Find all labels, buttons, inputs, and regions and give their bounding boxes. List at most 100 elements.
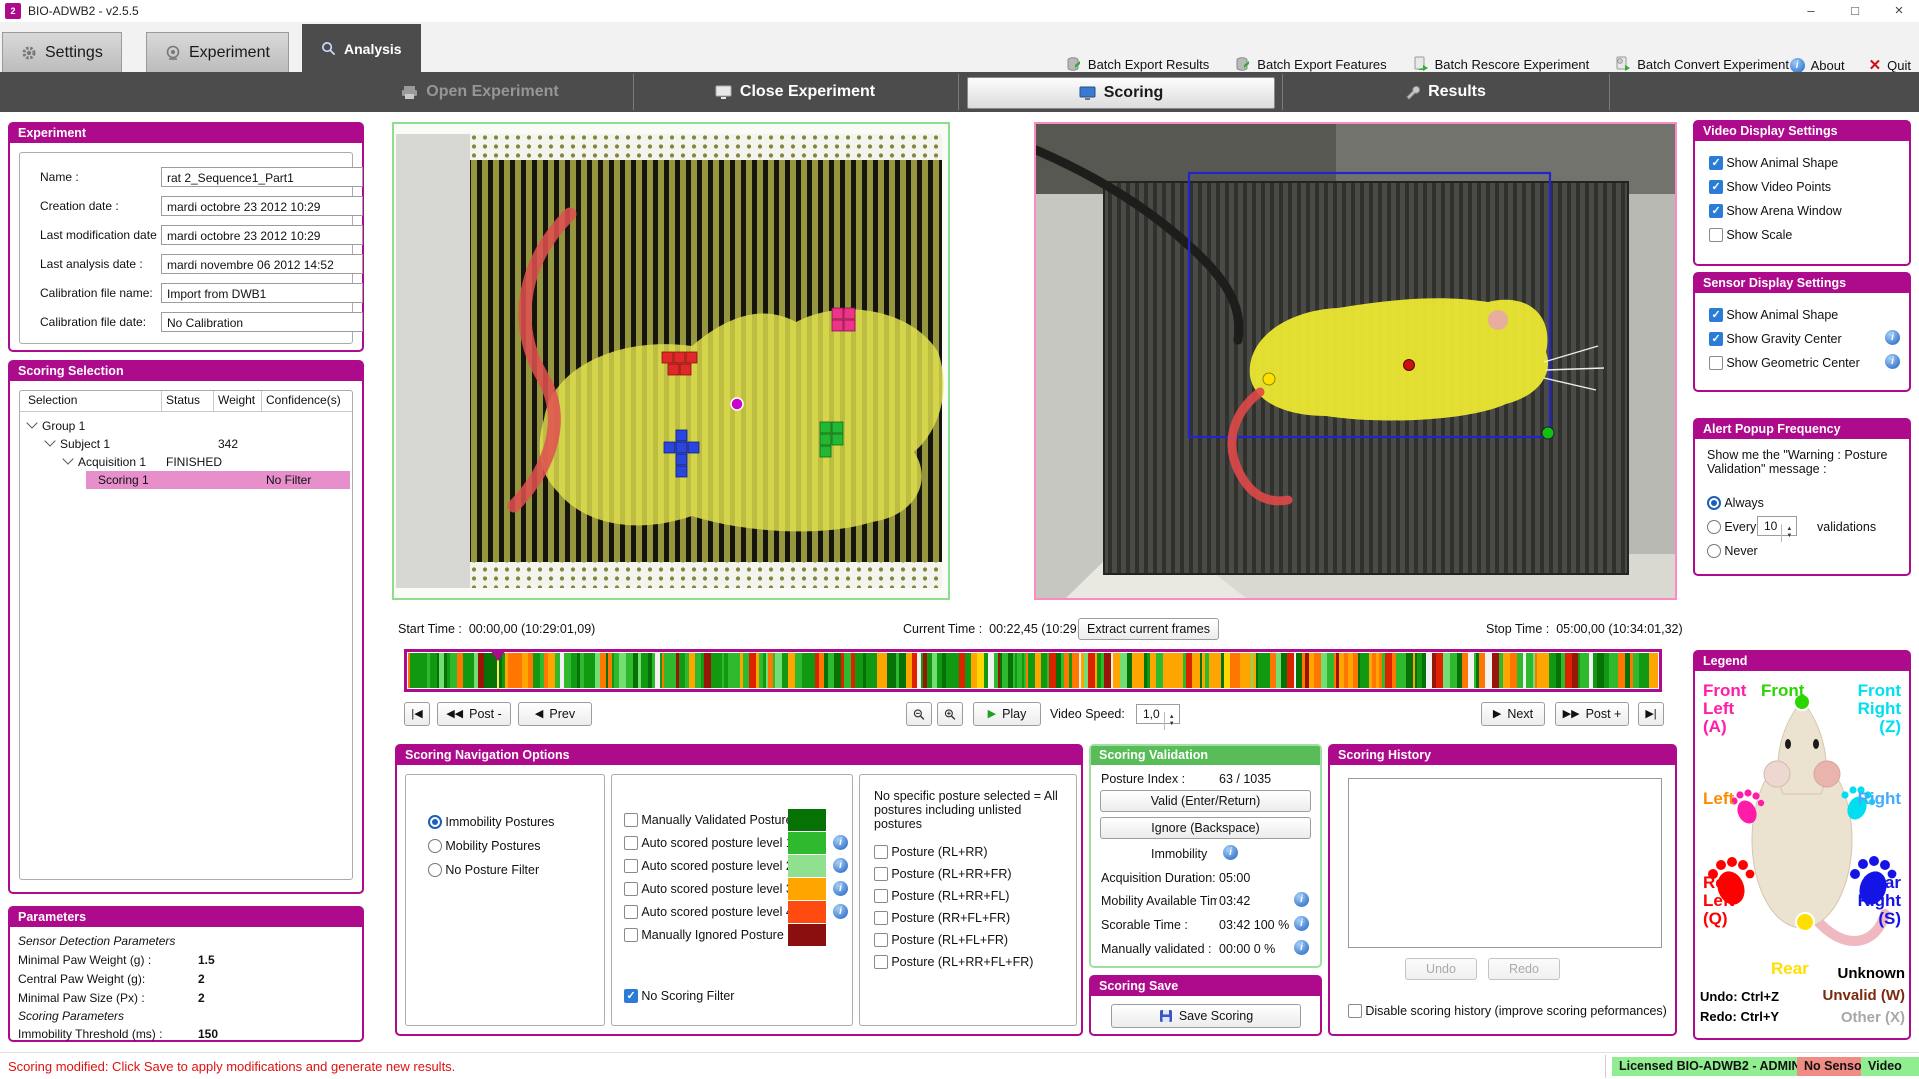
- tab-experiment[interactable]: Experiment: [146, 32, 289, 72]
- legend-unvalid: Unvalid (W): [1823, 988, 1906, 1004]
- tree-row-subject1[interactable]: Subject 1 342: [20, 435, 350, 453]
- batch-export-results-button[interactable]: Batch Export Results: [1066, 56, 1209, 72]
- nav-scoring[interactable]: Scoring: [967, 77, 1275, 109]
- tab-analysis[interactable]: Analysis: [302, 24, 421, 72]
- posture-checkbox-6[interactable]: Posture (RL+RR+FL+FR): [874, 955, 1033, 969]
- radio-no-posture-filter[interactable]: No Posture Filter: [428, 863, 539, 877]
- filter-auto-level-1[interactable]: Auto scored posture level 1: [624, 836, 793, 850]
- undo-button[interactable]: Undo: [1405, 958, 1477, 980]
- sensor-view[interactable]: [392, 122, 950, 600]
- secondary-nav-bar: Open Experiment Close Experiment Scoring…: [0, 72, 1919, 112]
- zoom-in-icon[interactable]: [937, 702, 963, 726]
- valid-button[interactable]: Valid (Enter/Return): [1100, 790, 1311, 812]
- info-icon[interactable]: i: [833, 858, 848, 873]
- batch-convert-experiment-button[interactable]: Batch Convert Experiment: [1615, 56, 1789, 72]
- show-animal-shape-checkbox[interactable]: Show Animal Shape: [1709, 156, 1838, 170]
- show-gravity-center-checkbox[interactable]: Show Gravity Center: [1709, 332, 1842, 346]
- info-icon[interactable]: i: [1294, 940, 1309, 955]
- tab-settings[interactable]: Settings: [2, 32, 122, 72]
- radio-never[interactable]: Never: [1707, 544, 1758, 558]
- disable-history-checkbox[interactable]: Disable scoring history (improve scoring…: [1348, 1004, 1667, 1018]
- info-icon[interactable]: i: [1885, 330, 1900, 345]
- posture-checkbox-4[interactable]: Posture (RR+FL+FR): [874, 911, 1010, 925]
- tree-row-scoring1[interactable]: Scoring 1 No Filter: [20, 471, 350, 489]
- history-listbox[interactable]: [1348, 778, 1662, 948]
- info-icon[interactable]: i: [1294, 892, 1309, 907]
- filter-manually-validated[interactable]: Manually Validated Posture: [624, 813, 793, 827]
- calibration-name-field[interactable]: Import from DWB1: [161, 283, 363, 303]
- info-icon[interactable]: i: [833, 835, 848, 850]
- ignore-button[interactable]: Ignore (Backspace): [1100, 817, 1311, 839]
- posture-checkbox-2[interactable]: Posture (RL+RR+FR): [874, 867, 1012, 881]
- play-button[interactable]: ▶Play: [973, 702, 1041, 726]
- alert-popup-frequency-panel: Alert Popup Frequency Show me the "Warni…: [1693, 418, 1911, 576]
- analysis-date-field[interactable]: mardi novembre 06 2012 14:52: [161, 254, 363, 274]
- nav-results[interactable]: Results: [1295, 72, 1595, 112]
- extract-current-frames-button[interactable]: Extract current frames: [1078, 618, 1219, 640]
- rat-ear: [1488, 310, 1508, 330]
- scoring-history-header: Scoring History: [1330, 746, 1675, 765]
- zoom-out-icon[interactable]: [906, 702, 932, 726]
- nav-close-experiment[interactable]: Close Experiment: [645, 72, 945, 112]
- nav-open-experiment[interactable]: Open Experiment: [330, 72, 630, 112]
- posture-checkbox-5[interactable]: Posture (RL+FL+FR): [874, 933, 1008, 947]
- filter-auto-level-4[interactable]: Auto scored posture level 4: [624, 905, 793, 919]
- experiment-name-field[interactable]: rat 2_Sequence1_Part1: [161, 167, 363, 187]
- legend-redo-shortcut: Redo: Ctrl+Y: [1700, 1010, 1779, 1024]
- chevron-down-icon[interactable]: [26, 417, 37, 428]
- info-icon[interactable]: i: [1294, 916, 1309, 931]
- post-minus-button[interactable]: ◀◀Post -: [437, 702, 511, 726]
- batch-export-features-button[interactable]: Batch Export Features: [1235, 56, 1386, 72]
- filter-auto-level-3[interactable]: Auto scored posture level 3: [624, 882, 793, 896]
- chevron-down-icon[interactable]: [44, 435, 55, 446]
- show-geometric-center-checkbox[interactable]: Show Geometric Center: [1709, 356, 1860, 370]
- maximize-button[interactable]: □: [1835, 0, 1875, 22]
- color-swatch: [788, 832, 826, 854]
- modification-date-field[interactable]: mardi octobre 23 2012 10:29: [161, 225, 363, 245]
- video-speed-label: Video Speed:: [1050, 707, 1125, 721]
- every-count-spinner[interactable]: 10▲▼: [1757, 516, 1797, 536]
- posture-checkbox-3[interactable]: Posture (RL+RR+FL): [874, 889, 1009, 903]
- video-view[interactable]: [1034, 122, 1677, 600]
- experiment-panel-header: Experiment: [10, 124, 362, 143]
- filter-auto-level-2[interactable]: Auto scored posture level 2: [624, 859, 793, 873]
- show-video-points-checkbox[interactable]: Show Video Points: [1709, 180, 1831, 194]
- close-button[interactable]: ×: [1879, 0, 1919, 22]
- radio-always[interactable]: Always: [1707, 496, 1764, 510]
- creation-date-field[interactable]: mardi octobre 23 2012 10:29: [161, 196, 363, 216]
- no-scoring-filter-checkbox[interactable]: No Scoring Filter: [624, 989, 734, 1003]
- about-button[interactable]: i About: [1790, 58, 1845, 73]
- post-plus-button[interactable]: ▶▶Post +: [1555, 702, 1629, 726]
- tree-row-acquisition1[interactable]: Acquisition 1 FINISHED: [20, 453, 350, 471]
- posture-checkbox-1[interactable]: Posture (RL+RR): [874, 845, 988, 859]
- timeline-bar[interactable]: [404, 649, 1662, 692]
- video-speed-spinner[interactable]: 1,0▲▼: [1136, 704, 1180, 724]
- info-icon[interactable]: i: [1885, 354, 1900, 369]
- radio-every[interactable]: Every: [1707, 520, 1756, 534]
- quit-label: Quit: [1887, 58, 1911, 73]
- save-scoring-button[interactable]: Save Scoring: [1111, 1004, 1301, 1028]
- go-first-button[interactable]: |◀: [404, 702, 430, 726]
- show-animal-shape-sensor-checkbox[interactable]: Show Animal Shape: [1709, 308, 1838, 322]
- chevron-down-icon[interactable]: [62, 453, 73, 464]
- filter-manually-ignored[interactable]: Manually Ignored Posture: [624, 928, 784, 942]
- redo-button[interactable]: Redo: [1488, 958, 1560, 980]
- info-icon[interactable]: i: [1223, 845, 1238, 860]
- next-button[interactable]: ▶Next: [1481, 702, 1545, 726]
- tree-row-group1[interactable]: Group 1: [20, 417, 350, 435]
- save-disk-icon: [1159, 1009, 1173, 1023]
- parameters-panel: Parameters Sensor Detection Parameters M…: [8, 906, 364, 1042]
- timeline-position-marker[interactable]: [490, 650, 506, 661]
- show-scale-checkbox[interactable]: Show Scale: [1709, 228, 1792, 242]
- radio-immobility-postures[interactable]: Immobility Postures: [428, 815, 554, 829]
- info-icon[interactable]: i: [833, 881, 848, 896]
- calibration-date-field[interactable]: No Calibration: [161, 312, 363, 332]
- go-last-button[interactable]: ▶|: [1638, 702, 1664, 726]
- validations-label: validations: [1817, 520, 1876, 534]
- show-arena-window-checkbox[interactable]: Show Arena Window: [1709, 204, 1842, 218]
- minimize-button[interactable]: –: [1791, 0, 1831, 22]
- batch-rescore-experiment-button[interactable]: Batch Rescore Experiment: [1413, 56, 1590, 72]
- info-icon[interactable]: i: [833, 904, 848, 919]
- prev-button[interactable]: ◀Prev: [518, 702, 592, 726]
- radio-mobility-postures[interactable]: Mobility Postures: [428, 839, 541, 853]
